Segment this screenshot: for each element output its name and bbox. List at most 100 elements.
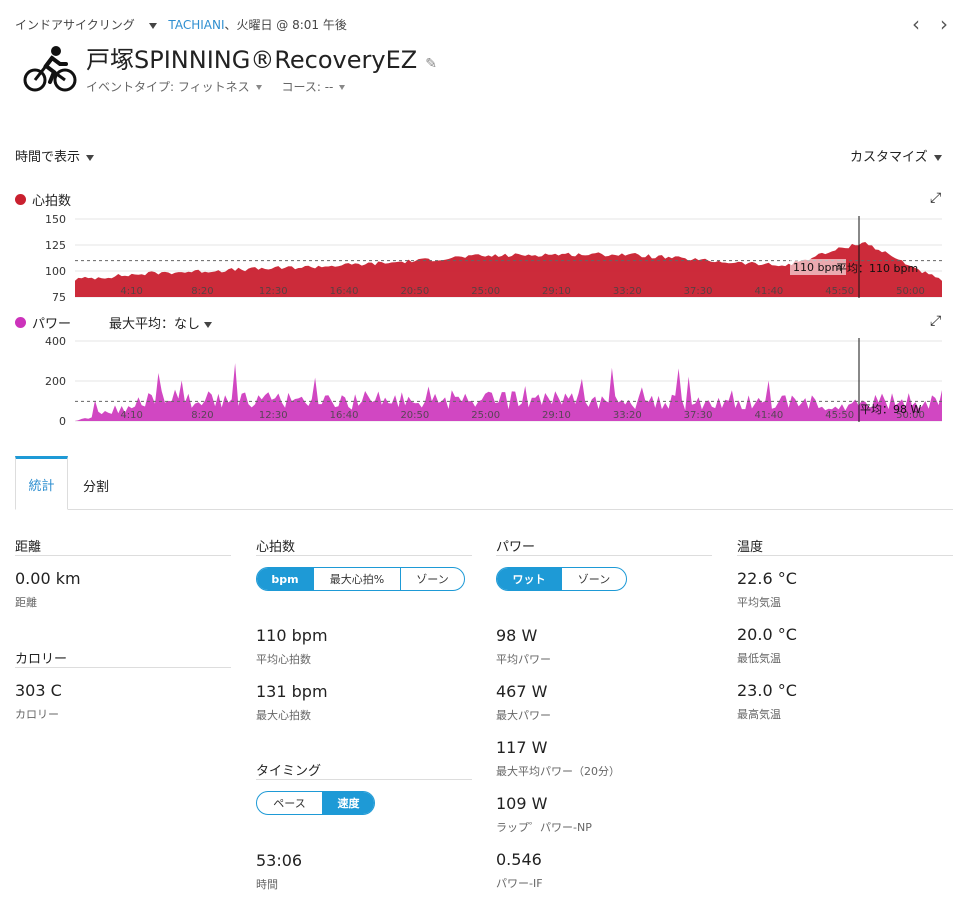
temperature-stat-value: 22.6 °C: [737, 569, 797, 588]
calories-divider: [15, 667, 231, 668]
power-stat-label: パワー-IF: [496, 877, 543, 890]
timing-toggle-pace[interactable]: ペース: [257, 792, 322, 814]
x-tick-label: 33:20: [613, 410, 642, 421]
x-tick-label: 29:10: [542, 286, 571, 297]
activity-datetime: 、火曜日 @ 8:01 午後: [224, 18, 347, 32]
course-label: コース: --: [281, 80, 334, 94]
x-tick-label: 20:50: [400, 286, 429, 297]
view-by-label: 時間で表示: [15, 150, 81, 165]
power-stat-label: 最大パワー: [496, 709, 551, 722]
activity-title[interactable]: 戸塚SPINNING®RecoveryEZ: [86, 46, 417, 74]
hr-chart: 75 100 125 150 4:10 8:20 12:30 16:40 20:50 25:00…: [45, 213, 942, 304]
power-section-title: パワー: [496, 540, 536, 555]
distance-section-title: 距離: [15, 540, 42, 555]
customize-dropdown[interactable]: カスタマイズ: [850, 146, 942, 165]
x-tick-label: 25:00: [471, 286, 500, 297]
temperature-stat-value: 20.0 °C: [737, 625, 797, 644]
y-tick-label: 75: [52, 291, 66, 304]
x-tick-label: 45:50: [825, 286, 854, 297]
temperature-stat-value: 23.0 °C: [737, 681, 797, 700]
temperature-section-title: 温度: [737, 540, 764, 555]
power-unit-toggle: ワット ゾーン: [496, 567, 627, 591]
hr-chart-header: 心拍数: [15, 190, 71, 209]
event-meta: イベントタイプ: フィットネス コース: --: [86, 78, 346, 95]
power-stat-value: 467 W: [496, 682, 548, 701]
edit-title-icon[interactable]: ✎: [425, 56, 437, 72]
course-select[interactable]: コース: --: [281, 80, 346, 94]
hr-legend-dot: [15, 194, 26, 205]
tabs-divider: [15, 509, 953, 510]
temperature-divider: [737, 555, 953, 556]
x-tick-label: 8:20: [191, 286, 213, 297]
x-tick-label: 41:40: [754, 286, 783, 297]
power-stat-value: 0.546: [496, 850, 542, 869]
x-tick-label: 45:50: [825, 410, 854, 421]
x-tick-label: 8:20: [191, 410, 213, 421]
power-stat-label: ラップ゜パワー-NP: [496, 821, 592, 834]
power-stat-label: 最大平均パワー（20分）: [496, 765, 620, 778]
event-type-select[interactable]: イベントタイプ: フィットネス: [86, 80, 262, 94]
x-tick-label: 29:10: [542, 410, 571, 421]
timing-divider: [256, 779, 472, 780]
power-stat-label: 平均パワー: [496, 653, 551, 666]
tab-stats[interactable]: 統計: [15, 456, 68, 510]
power-toggle-zone[interactable]: ゾーン: [561, 568, 626, 590]
cycling-icon: [22, 44, 78, 94]
hr-toggle-bpm[interactable]: bpm: [257, 568, 313, 590]
temperature-stat-label: 最低気温: [737, 652, 781, 665]
avg-hr-value: 110 bpm: [256, 626, 328, 645]
expand-power-chart-icon[interactable]: ⤢: [930, 313, 941, 329]
hr-toggle-max-percent[interactable]: 最大心拍%: [313, 568, 400, 590]
activity-type-dropdown-icon[interactable]: [148, 22, 157, 29]
x-tick-label: 33:20: [613, 286, 642, 297]
hr-toggle-zone[interactable]: ゾーン: [400, 568, 464, 590]
event-type-label: イベントタイプ: フィットネス: [86, 80, 250, 94]
power-stat-value: 109 W: [496, 794, 548, 813]
customize-label: カスタマイズ: [850, 150, 928, 165]
power-stat-value: 98 W: [496, 626, 538, 645]
y-tick-label: 200: [45, 375, 66, 388]
x-tick-label: 25:00: [471, 410, 500, 421]
x-tick-label: 37:30: [684, 410, 713, 421]
timing-toggle-speed[interactable]: 速度: [322, 792, 374, 814]
user-link[interactable]: TACHIANI: [168, 18, 224, 32]
x-tick-label: 16:40: [330, 286, 359, 297]
power-stat-value: 117 W: [496, 738, 548, 757]
customize-dropdown-icon: [933, 154, 942, 161]
temperature-stat-label: 最高気温: [737, 708, 781, 721]
view-by-dropdown[interactable]: 時間で表示: [15, 146, 95, 165]
distance-value: 0.00 km: [15, 569, 81, 588]
x-tick-label: 37:30: [684, 286, 713, 297]
x-tick-label: 50:00: [896, 286, 925, 297]
calories-label: カロリー: [15, 708, 59, 721]
previous-activity-icon[interactable]: ‹: [912, 12, 920, 36]
distance-label: 距離: [15, 596, 37, 609]
power-chart: 0 200 400 4:10 8:20 12:30 16:40 20:50 25:00 29:1…: [45, 335, 942, 428]
timing-toggle: ペース 速度: [256, 791, 375, 815]
y-tick-label: 400: [45, 335, 66, 348]
calories-value: 303 C: [15, 681, 62, 700]
max-average-dropdown-icon: [204, 321, 213, 328]
hr-section-title: 心拍数: [256, 540, 296, 555]
temperature-stat-label: 平均気温: [737, 596, 781, 609]
avg-hr-label: 平均心拍数: [256, 653, 311, 666]
course-dropdown-icon: [339, 85, 346, 90]
next-activity-icon[interactable]: ›: [940, 12, 948, 36]
tab-splits[interactable]: 分割: [83, 476, 109, 495]
time-label: 時間: [256, 878, 278, 891]
x-tick-label: 4:10: [120, 286, 142, 297]
event-type-dropdown-icon: [255, 85, 262, 90]
power-divider: [496, 555, 712, 556]
expand-hr-chart-icon[interactable]: ⤢: [930, 190, 941, 206]
activity-type-label: インドアサイクリング: [15, 18, 135, 32]
hr-marker-value: 110 bpm: [793, 261, 842, 274]
power-average-label: 平均：98 W: [860, 403, 921, 416]
hr-average-label: 平均：110 bpm: [836, 262, 918, 275]
distance-divider: [15, 555, 231, 556]
power-toggle-watts[interactable]: ワット: [497, 568, 561, 590]
x-tick-label: 41:40: [754, 410, 783, 421]
max-hr-value: 131 bpm: [256, 682, 328, 701]
x-tick-label: 20:50: [400, 410, 429, 421]
hr-divider: [256, 555, 472, 556]
title-row: 戸塚SPINNING®RecoveryEZ ✎: [86, 40, 437, 75]
